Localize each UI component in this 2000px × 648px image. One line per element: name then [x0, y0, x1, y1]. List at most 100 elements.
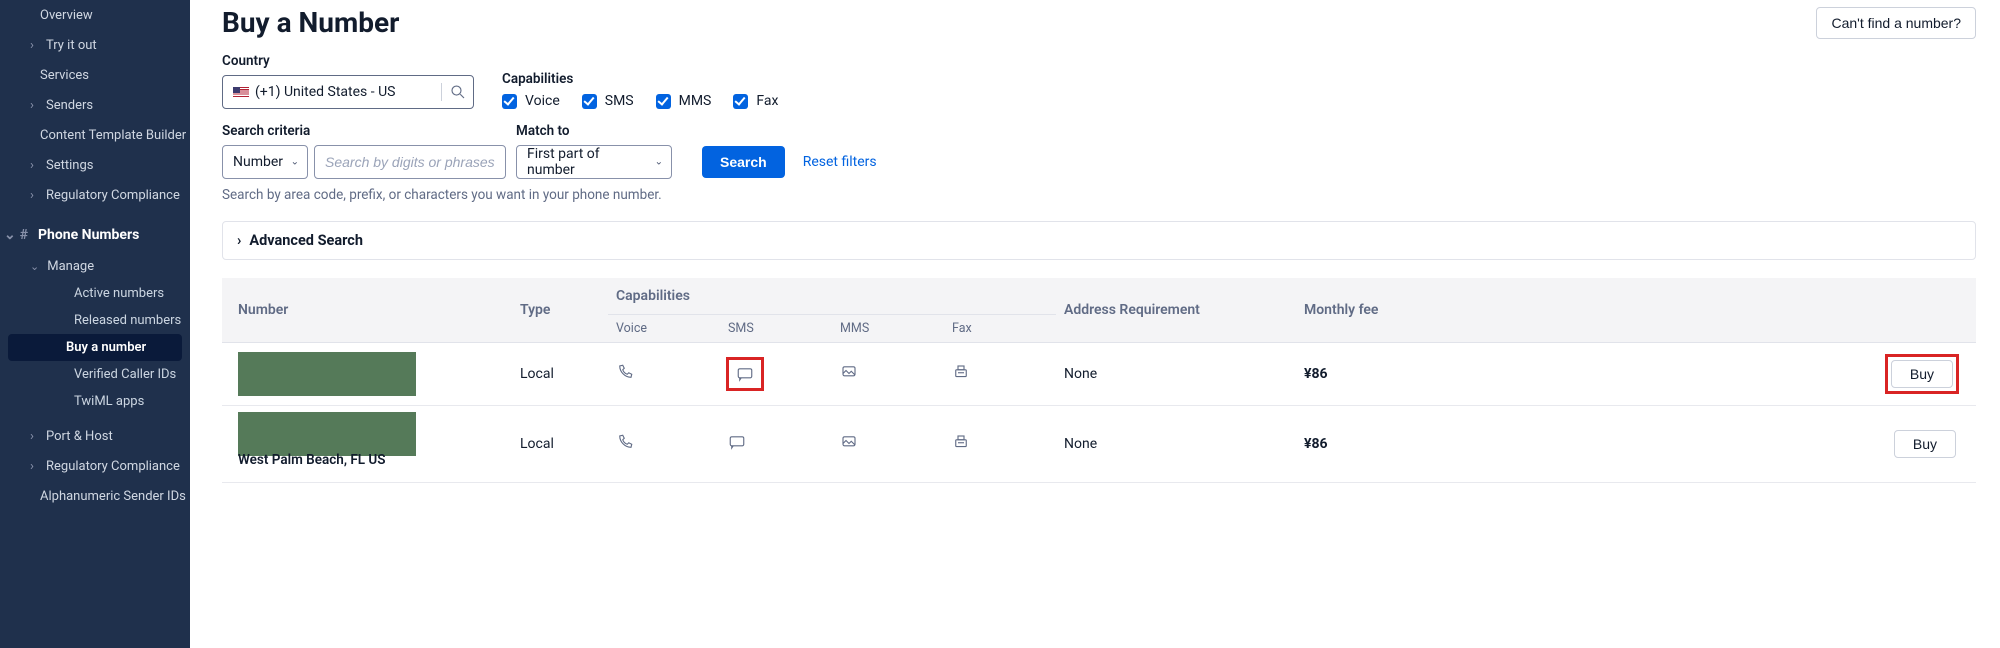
chevron-right-icon: ›	[237, 232, 241, 249]
select-value: First part of number	[527, 146, 645, 178]
chevron-right-icon: ›	[26, 98, 38, 113]
sidebar-item-label: Content Template Builder	[40, 128, 186, 143]
col-monthly-fee: Monthly fee	[1296, 278, 1436, 343]
search-icon[interactable]	[441, 83, 473, 101]
chevron-down-icon: ⌄	[30, 260, 39, 273]
match-to-select[interactable]: First part of number ⌄	[516, 145, 672, 179]
checkbox-icon	[733, 94, 748, 109]
cell-cap-fax	[944, 406, 1056, 483]
cell-cap-sms	[720, 343, 832, 406]
cell-type: Local	[512, 343, 608, 406]
chevron-right-icon: ›	[26, 188, 38, 203]
sidebar-item-settings[interactable]: › Settings	[0, 150, 190, 180]
select-value: Number	[233, 154, 283, 170]
capability-sms[interactable]: SMS	[582, 93, 634, 109]
capability-voice[interactable]: Voice	[502, 93, 560, 109]
sidebar-item-label: Manage	[47, 259, 94, 274]
sidebar-item-regulatory-compliance[interactable]: › Regulatory Compliance	[0, 180, 190, 210]
sidebar-item-label: Active numbers	[74, 286, 164, 301]
chat-icon	[736, 365, 754, 383]
fee-value: ¥86	[1304, 366, 1328, 382]
chevron-right-icon: ›	[26, 459, 38, 474]
sidebar-item-overview[interactable]: Overview	[0, 0, 190, 30]
chevron-down-icon: ⌄	[4, 227, 16, 243]
cell-number: West Palm Beach, FL US	[222, 406, 512, 483]
sidebar-item-label: Regulatory Compliance	[46, 459, 180, 474]
fee-value: ¥86	[1304, 436, 1328, 452]
match-to-label: Match to	[516, 123, 672, 139]
sidebar-item-try-it-out[interactable]: › Try it out	[0, 30, 190, 60]
cell-fee: ¥86	[1296, 343, 1436, 406]
capabilities-label: Capabilities	[502, 71, 778, 87]
cell-addr-req: None	[1056, 406, 1296, 483]
chevron-right-icon: ›	[26, 429, 38, 444]
search-button[interactable]: Search	[702, 146, 785, 178]
fax-icon	[952, 433, 970, 451]
col-address-req: Address Requirement	[1056, 278, 1296, 343]
phone-icon	[616, 433, 634, 451]
country-label: Country	[222, 53, 474, 69]
sidebar-item-senders[interactable]: › Senders	[0, 90, 190, 120]
capability-label: MMS	[679, 93, 712, 109]
sidebar-item-label: Services	[40, 68, 89, 83]
buy-wrap: Buy	[1894, 430, 1956, 458]
checkbox-icon	[656, 94, 671, 109]
country-select[interactable]: (+1) United States - US	[222, 75, 474, 109]
sidebar-item-label: Overview	[40, 8, 93, 23]
search-criteria-field: Search criteria Number ⌄	[222, 123, 506, 179]
cell-cap-mms	[832, 406, 944, 483]
cell-cap-voice	[608, 406, 720, 483]
match-to-field: Match to First part of number ⌄	[516, 123, 672, 179]
search-criteria-label: Search criteria	[222, 123, 506, 139]
table-row: West Palm Beach, FL US Local	[222, 406, 1976, 483]
sidebar-group-manage[interactable]: ⌄ Manage	[0, 252, 190, 280]
sidebar-item-twiml-apps[interactable]: TwiML apps	[8, 388, 182, 415]
criteria-type-select[interactable]: Number ⌄	[222, 145, 308, 179]
page-title: Buy a Number	[222, 6, 399, 39]
results-table: Number Type Capabilities Address Require…	[222, 278, 1976, 483]
advanced-search-toggle[interactable]: › Advanced Search	[222, 221, 1976, 260]
capability-label: Fax	[756, 93, 778, 109]
sidebar-item-alphanumeric-sender-ids[interactable]: Alphanumeric Sender IDs	[0, 481, 190, 511]
hash-icon: #	[20, 227, 28, 243]
cell-cap-sms	[720, 406, 832, 483]
cell-cap-mms	[832, 343, 944, 406]
cant-find-number-button[interactable]: Can't find a number?	[1816, 7, 1976, 39]
image-icon	[840, 363, 858, 381]
sidebar-section-label: Phone Numbers	[38, 227, 139, 243]
cell-number	[222, 343, 512, 406]
capabilities-field: Capabilities Voice SMS MMS Fax	[502, 71, 778, 109]
col-type: Type	[512, 278, 608, 343]
sidebar-item-verified-caller-ids[interactable]: Verified Caller IDs	[8, 361, 182, 388]
buy-button[interactable]: Buy	[1891, 360, 1953, 388]
cell-cap-fax	[944, 343, 1056, 406]
sidebar-section-phone-numbers[interactable]: ⌄ # Phone Numbers	[0, 218, 190, 252]
buy-button[interactable]: Buy	[1894, 430, 1956, 458]
chevron-right-icon: ›	[26, 158, 38, 173]
sidebar-item-label: Released numbers	[74, 313, 181, 328]
cell-addr-req: None	[1056, 343, 1296, 406]
sidebar-item-services[interactable]: Services	[0, 60, 190, 90]
search-input[interactable]	[314, 145, 506, 179]
cell-fee: ¥86	[1296, 406, 1436, 483]
sidebar-item-active-numbers[interactable]: Active numbers	[8, 280, 182, 307]
chevron-down-icon: ⌄	[291, 157, 299, 168]
sidebar-item-buy-a-number[interactable]: Buy a number	[8, 334, 182, 361]
reset-filters-link[interactable]: Reset filters	[803, 154, 877, 170]
capability-label: Voice	[525, 93, 560, 109]
sidebar-item-regulatory-compliance-2[interactable]: › Regulatory Compliance	[0, 451, 190, 481]
country-field: Country (+1) United States - US	[222, 53, 474, 109]
subcol-fax: Fax	[944, 315, 1056, 343]
sidebar-item-port-host[interactable]: › Port & Host	[0, 421, 190, 451]
search-hint: Search by area code, prefix, or characte…	[222, 187, 1976, 203]
sidebar-item-label: Verified Caller IDs	[74, 367, 176, 382]
capability-fax[interactable]: Fax	[733, 93, 778, 109]
subcol-voice: Voice	[608, 315, 720, 343]
checkbox-icon	[502, 94, 517, 109]
sidebar-item-content-template-builder[interactable]: Content Template Builder	[0, 120, 190, 150]
checkbox-icon	[582, 94, 597, 109]
sidebar: Overview › Try it out Services › Senders…	[0, 0, 190, 648]
sidebar-item-released-numbers[interactable]: Released numbers	[8, 307, 182, 334]
capability-mms[interactable]: MMS	[656, 93, 712, 109]
fax-icon	[952, 363, 970, 381]
